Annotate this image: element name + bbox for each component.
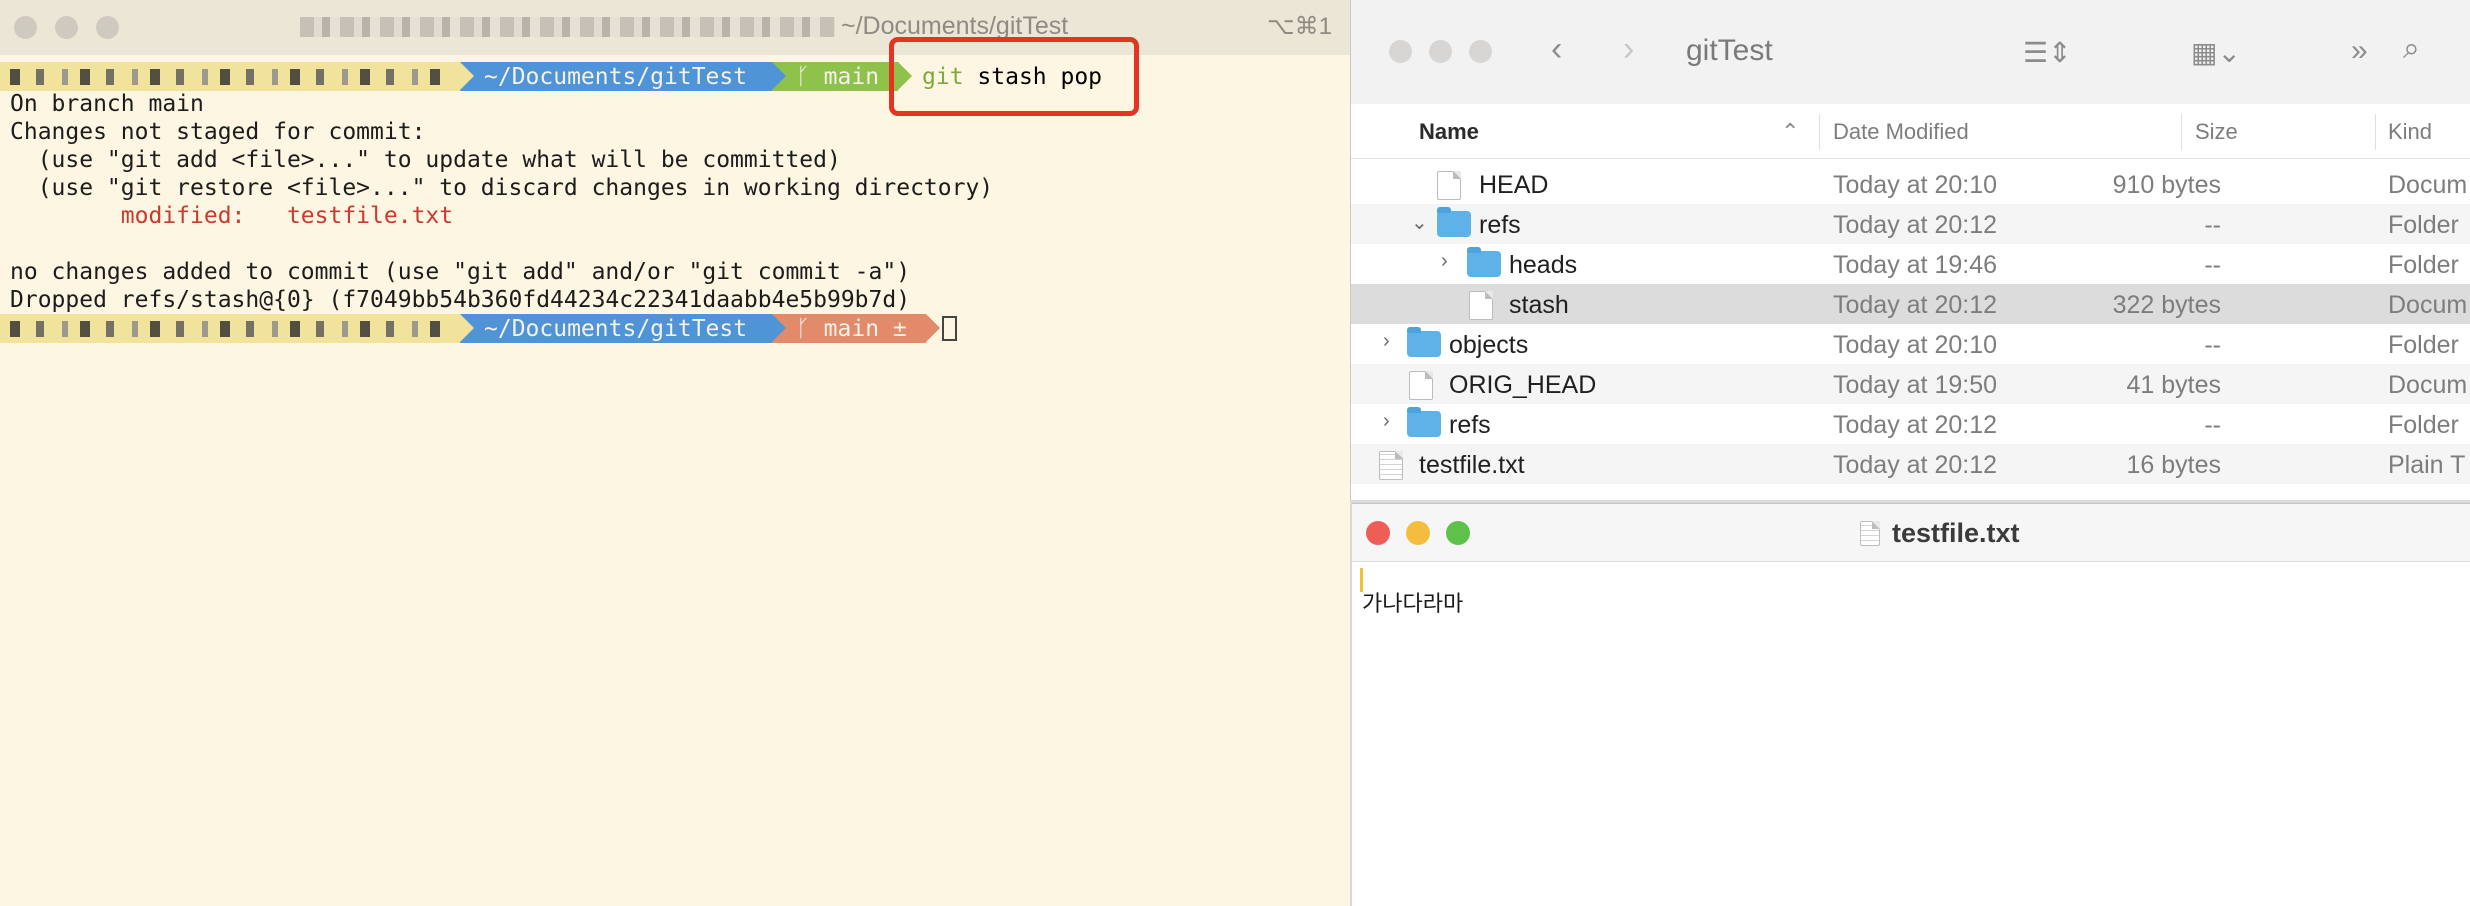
folder-icon [1467, 247, 1501, 277]
prompt-dir-segment: ~/Documents/gitTest [460, 62, 786, 91]
terminal-cursor[interactable] [942, 316, 957, 341]
disclosure-expanded-icon[interactable]: ⌄ [1411, 210, 1428, 235]
close-button[interactable] [1366, 521, 1390, 545]
branch-icon: ᚴ [796, 63, 824, 90]
output-line: Changes not staged for commit: [10, 119, 426, 145]
output-line: no changes added to commit (use "git add… [10, 259, 911, 285]
command-highlight-box [889, 37, 1139, 116]
folder-icon [1407, 407, 1441, 437]
textedit-titlebar[interactable]: testfile.txt [1352, 504, 2470, 562]
document-icon [1469, 291, 1493, 320]
folder-row[interactable]: › objects Today at 20:10 -- Folder [1351, 324, 2470, 364]
finder-window[interactable]: ‹ › gitTest ☰⇕ ▦⌄ » ⌕ Name ⌃ Date Modifi… [1350, 0, 2470, 500]
zoom-button[interactable] [1446, 521, 1470, 545]
minimize-button[interactable] [1406, 521, 1430, 545]
column-date-modified[interactable]: Date Modified [1833, 119, 1969, 145]
close-button[interactable] [14, 16, 37, 39]
minimize-button[interactable] [1429, 40, 1452, 63]
folder-row[interactable]: ⌄ refs Today at 20:12 -- Folder [1351, 204, 2470, 244]
list-view-icon[interactable]: ☰⇕ [2023, 36, 2072, 69]
output-line-modified: modified: testfile.txt [10, 203, 454, 229]
folder-icon [1407, 327, 1441, 357]
minimize-button[interactable] [55, 16, 78, 39]
file-row[interactable]: HEAD Today at 20:10 910 bytes Docum [1351, 164, 2470, 204]
prompt-user-segment [0, 314, 474, 343]
finder-toolbar: ‹ › gitTest ☰⇕ ▦⌄ » ⌕ [1351, 0, 2470, 104]
folder-icon [1437, 207, 1471, 237]
prompt-git-dirty-segment: ᚴ main ± [772, 314, 940, 343]
file-row-selected[interactable]: stash Today at 20:12 322 bytes Docum [1351, 284, 2470, 324]
back-icon[interactable]: ‹ [1551, 30, 1562, 69]
close-button[interactable] [1389, 40, 1412, 63]
branch-icon: ᚴ [796, 315, 824, 342]
column-header: Name ⌃ Date Modified Size Kind [1351, 104, 2470, 159]
column-kind[interactable]: Kind [2388, 119, 2432, 145]
folder-row[interactable]: › refs Today at 20:12 -- Folder [1351, 404, 2470, 444]
group-icon[interactable]: ▦⌄ [2191, 36, 2241, 69]
folder-row[interactable]: › heads Today at 19:46 -- Folder [1351, 244, 2470, 284]
zoom-button[interactable] [1469, 40, 1492, 63]
output-line: (use "git add <file>..." to update what … [10, 147, 841, 173]
column-divider[interactable] [2375, 114, 2376, 150]
zoom-button[interactable] [96, 16, 119, 39]
window-shortcut-label: ⌥⌘1 [1266, 13, 1332, 40]
redacted-user [10, 68, 440, 85]
disclosure-collapsed-icon[interactable]: › [1383, 330, 1390, 353]
redacted-text [300, 17, 835, 38]
document-content[interactable]: 가나다라마 [1362, 586, 1463, 618]
column-size[interactable]: Size [2195, 119, 2238, 145]
prompt-git-segment: ᚴ main [772, 62, 912, 91]
prompt-dir-segment: ~/Documents/gitTest [460, 314, 786, 343]
search-icon[interactable]: ⌕ [2403, 32, 2420, 66]
column-name[interactable]: Name [1419, 119, 1479, 145]
prompt-user-segment [0, 62, 474, 91]
file-row[interactable]: testfile.txt Today at 20:12 16 bytes Pla… [1351, 444, 2470, 484]
document-icon [1437, 171, 1461, 200]
finder-title: gitTest [1686, 34, 1773, 67]
document-icon [1409, 371, 1433, 400]
redacted-user [10, 320, 440, 337]
textedit-window[interactable]: testfile.txt 가나다라마 [1352, 503, 2470, 906]
column-divider[interactable] [2181, 114, 2182, 150]
file-row[interactable]: ORIG_HEAD Today at 19:50 41 bytes Docum [1351, 364, 2470, 404]
forward-icon[interactable]: › [1623, 30, 1634, 69]
text-document-icon [1379, 451, 1403, 480]
terminal-titlebar[interactable]: ~/Documents/gitTest ⌥⌘1 [0, 0, 1350, 55]
output-line: On branch main [10, 91, 204, 117]
text-document-icon [1860, 521, 1880, 546]
disclosure-collapsed-icon[interactable]: › [1383, 410, 1390, 433]
disclosure-collapsed-icon[interactable]: › [1441, 250, 1448, 273]
sort-ascending-icon: ⌃ [1781, 119, 1800, 144]
textedit-title: testfile.txt [1860, 518, 2020, 549]
more-icon[interactable]: » [2351, 34, 2368, 68]
terminal-window[interactable]: ~/Documents/gitTest ⌥⌘1 ~/Documents/gitT… [0, 0, 1350, 906]
output-line: (use "git restore <file>..." to discard … [10, 175, 994, 201]
shell-prompt: ~/Documents/gitTest ᚴ main ± [0, 314, 957, 343]
column-divider[interactable] [1819, 114, 1820, 150]
output-line: Dropped refs/stash@{0} (f7049bb54b360fd4… [10, 287, 911, 313]
